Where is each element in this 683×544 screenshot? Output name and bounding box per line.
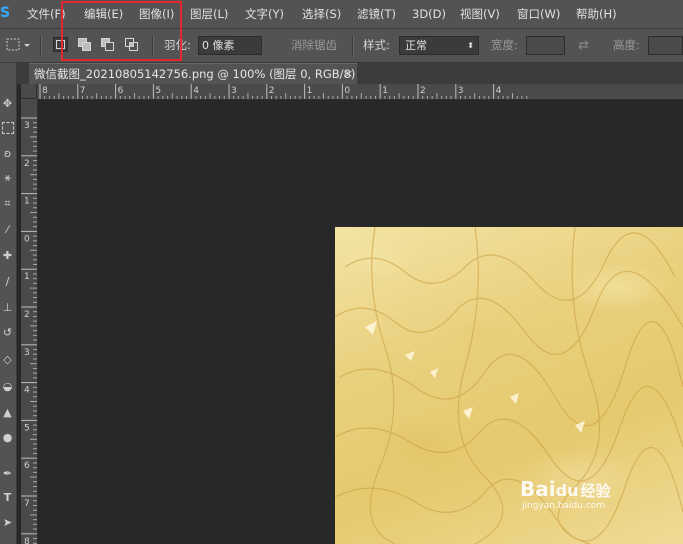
ruler-label: 3 (458, 86, 464, 96)
menu-layer[interactable]: 图层(L) (190, 0, 228, 28)
ruler-label: 8 (42, 86, 48, 96)
select-arrows-icon: ⬍ (467, 41, 474, 50)
eyedropper-tool-icon[interactable]: ⁄ (1, 223, 14, 236)
style-select[interactable]: 正常 ⬍ (399, 36, 479, 55)
ruler-label: 2 (24, 159, 30, 169)
menu-type[interactable]: 文字(Y) (245, 0, 284, 28)
magic-wand-tool-icon[interactable]: ⚹ (1, 171, 14, 184)
width-input[interactable] (526, 36, 565, 55)
ruler-label: 2 (24, 310, 30, 320)
ruler-label: 6 (24, 461, 30, 471)
crop-tool-icon[interactable]: ⌗ (1, 197, 14, 210)
brush-tool-icon[interactable]: ∕ (1, 275, 14, 288)
ruler-label: 4 (496, 86, 502, 96)
ruler-label: 8 (24, 537, 30, 544)
menu-3d[interactable]: 3D(D) (412, 0, 446, 28)
menu-help[interactable]: 帮助(H) (576, 0, 617, 28)
baidu-watermark: Baidu 经验 jingyan.baidu.com (520, 477, 610, 511)
horizontal-ruler[interactable]: 8 7 6 5 4 3 2 1 0 1 2 3 4 (37, 84, 683, 100)
rectangular-marquee-tool-icon[interactable] (2, 122, 14, 134)
height-input[interactable] (648, 36, 683, 55)
blur-tool-icon[interactable]: ▲ (1, 406, 14, 419)
menu-window[interactable]: 窗口(W) (517, 0, 560, 28)
watermark-jingyan: 经验 (580, 482, 611, 500)
healing-brush-tool-icon[interactable]: ✚ (1, 249, 14, 262)
ruler-label: 4 (24, 386, 30, 396)
height-label: 高度: (613, 38, 640, 52)
document-image[interactable] (335, 227, 683, 544)
path-selection-tool-icon[interactable]: ➤ (1, 516, 14, 529)
menu-file[interactable]: 文件(F) (27, 0, 66, 28)
lasso-tool-icon[interactable]: ʚ (1, 147, 14, 160)
menu-select[interactable]: 选择(S) (302, 0, 341, 28)
ruler-label: 5 (155, 86, 161, 96)
vertical-ruler[interactable]: 3 2 1 0 1 2 3 4 5 6 7 8 (21, 99, 38, 544)
ruler-label: 4 (193, 86, 199, 96)
menu-filter[interactable]: 滤镜(T) (357, 0, 396, 28)
watermark-brand: Bai (520, 477, 556, 501)
style-select-value: 正常 (405, 39, 427, 52)
close-icon[interactable]: × (344, 64, 353, 84)
ruler-label: 1 (382, 86, 388, 96)
eraser-tool-icon[interactable]: ◇ (1, 353, 14, 366)
watermark-paw: du (555, 481, 579, 500)
ruler-label: 7 (80, 86, 86, 96)
ruler-label: 2 (420, 86, 426, 96)
photoshop-logo: S (0, 5, 11, 21)
document-tab[interactable]: 微信截图_20210805142756.png @ 100% (图层 0, RG… (29, 63, 357, 84)
move-tool-icon[interactable]: ✥ (1, 97, 14, 110)
width-label: 宽度: (491, 38, 518, 52)
menu-view[interactable]: 视图(V) (460, 0, 500, 28)
ruler-label: 6 (118, 86, 124, 96)
document-tab-title: 微信截图_20210805142756.png @ 100% (图层 0, RG… (34, 67, 356, 81)
watermark-url: jingyan.baidu.com (522, 501, 606, 511)
ruler-label: 1 (307, 86, 313, 96)
feather-input[interactable]: 0 像素 (198, 36, 262, 55)
ruler-label: 3 (24, 348, 30, 358)
paint-bucket-tool-icon[interactable]: ◒ (1, 380, 14, 393)
ruler-label: 0 (24, 234, 30, 244)
type-tool-icon[interactable]: T (1, 491, 14, 504)
ruler-label: 0 (344, 86, 350, 96)
tools-panel: ✥ ʚ ⚹ ⌗ ⁄ ✚ ∕ ⊥ ↺ ◇ ◒ ▲ ● ✒ T ➤ (0, 63, 17, 544)
pen-tool-icon[interactable]: ✒ (1, 467, 14, 480)
clone-stamp-tool-icon[interactable]: ⊥ (1, 301, 14, 314)
image-texture (335, 227, 683, 544)
annotation-highlight-box (61, 1, 182, 61)
ruler-label: 1 (24, 272, 30, 282)
vertical-ruler-ticks: 3 2 1 0 1 2 3 4 5 6 7 8 (21, 117, 37, 544)
history-brush-tool-icon[interactable]: ↺ (1, 326, 14, 339)
dodge-tool-icon[interactable]: ● (1, 431, 14, 444)
ruler-label: 3 (24, 121, 30, 131)
horizontal-ruler-ticks: 8 7 6 5 4 3 2 1 0 1 2 3 4 (39, 84, 528, 99)
swap-arrows-icon[interactable]: ⇄ (578, 37, 589, 54)
marquee-tool-preset-icon[interactable] (6, 38, 32, 52)
ruler-label: 1 (24, 197, 30, 207)
ruler-label: 5 (24, 423, 30, 433)
ruler-label: 7 (24, 499, 30, 509)
ruler-label: 2 (269, 86, 275, 96)
ruler-label: 3 (231, 86, 237, 96)
ruler-origin[interactable] (21, 84, 37, 99)
antialias-label: 消除锯齿 (291, 38, 337, 52)
style-label: 样式: (363, 38, 390, 52)
